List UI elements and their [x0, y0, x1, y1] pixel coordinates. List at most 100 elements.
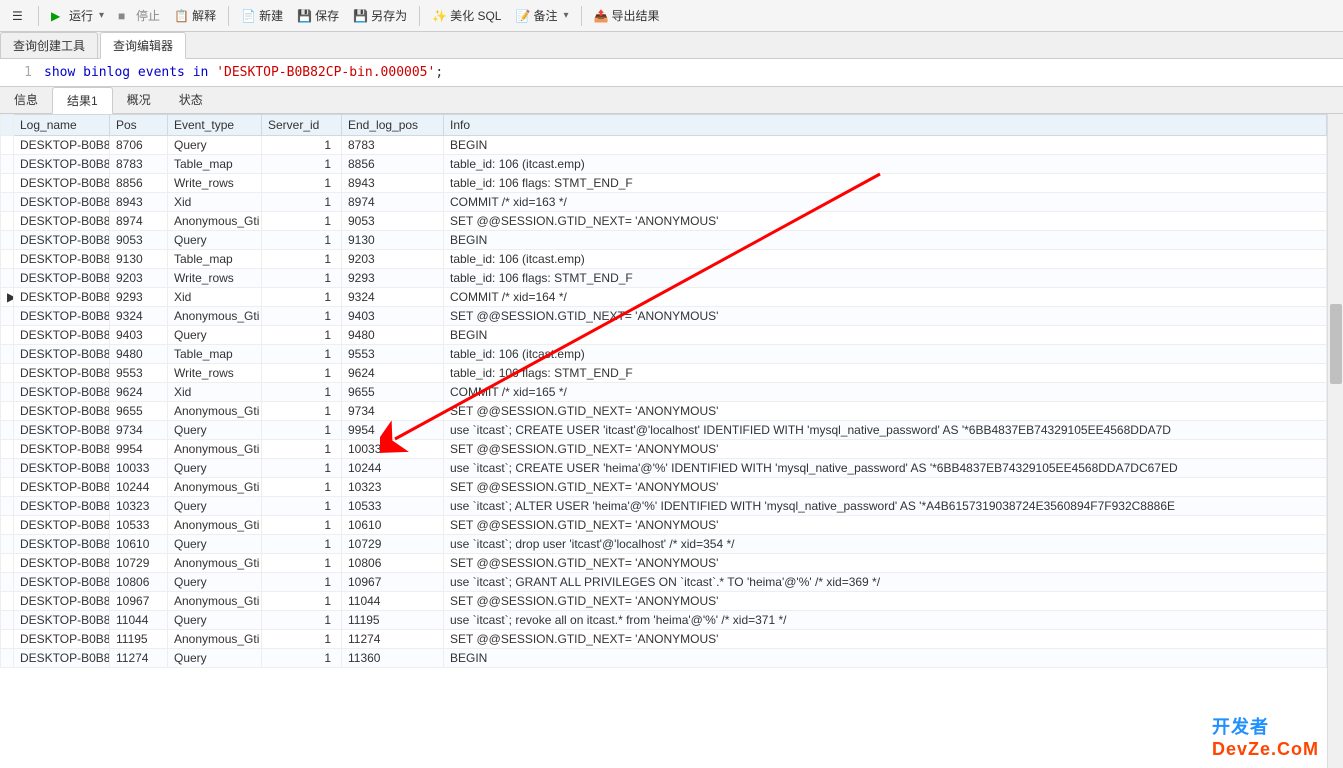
cell-end-log-pos[interactable]: 8943 — [342, 174, 444, 193]
cell-end-log-pos[interactable]: 10967 — [342, 573, 444, 592]
table-row[interactable]: DESKTOP-B0B89324Anonymous_Gti19403SET @@… — [1, 307, 1327, 326]
cell-pos[interactable]: 9130 — [110, 250, 168, 269]
vertical-scrollbar[interactable] — [1327, 114, 1343, 768]
tab-query-builder[interactable]: 查询创建工具 — [0, 32, 98, 58]
cell-log-name[interactable]: DESKTOP-B0B8 — [14, 326, 110, 345]
cell-info[interactable]: COMMIT /* xid=164 */ — [444, 288, 1327, 307]
cell-log-name[interactable]: DESKTOP-B0B8 — [14, 592, 110, 611]
cell-server-id[interactable]: 1 — [262, 516, 342, 535]
cell-end-log-pos[interactable]: 9624 — [342, 364, 444, 383]
table-row[interactable]: DESKTOP-B0B88706Query18783BEGIN — [1, 136, 1327, 155]
table-row[interactable]: DESKTOP-B0B810244Anonymous_Gti110323SET … — [1, 478, 1327, 497]
cell-event-type[interactable]: Anonymous_Gti — [168, 440, 262, 459]
table-row[interactable]: DESKTOP-B0B88943Xid18974COMMIT /* xid=16… — [1, 193, 1327, 212]
cell-log-name[interactable]: DESKTOP-B0B8 — [14, 440, 110, 459]
cell-pos[interactable]: 11274 — [110, 649, 168, 668]
cell-end-log-pos[interactable]: 10323 — [342, 478, 444, 497]
cell-pos[interactable]: 11195 — [110, 630, 168, 649]
cell-info[interactable]: table_id: 106 (itcast.emp) — [444, 345, 1327, 364]
tab-result1[interactable]: 结果1 — [52, 87, 113, 114]
cell-end-log-pos[interactable]: 10729 — [342, 535, 444, 554]
cell-end-log-pos[interactable]: 10533 — [342, 497, 444, 516]
cell-pos[interactable]: 9734 — [110, 421, 168, 440]
cell-pos[interactable]: 9655 — [110, 402, 168, 421]
cell-server-id[interactable]: 1 — [262, 440, 342, 459]
cell-info[interactable]: table_id: 106 (itcast.emp) — [444, 155, 1327, 174]
table-row[interactable]: DESKTOP-B0B89403Query19480BEGIN — [1, 326, 1327, 345]
table-row[interactable]: DESKTOP-B0B811044Query111195use `itcast`… — [1, 611, 1327, 630]
cell-log-name[interactable]: DESKTOP-B0B8 — [14, 288, 110, 307]
cell-log-name[interactable]: DESKTOP-B0B8 — [14, 573, 110, 592]
table-row[interactable]: DESKTOP-B0B88856Write_rows18943table_id:… — [1, 174, 1327, 193]
table-row[interactable]: DESKTOP-B0B89130Table_map19203table_id: … — [1, 250, 1327, 269]
cell-log-name[interactable]: DESKTOP-B0B8 — [14, 649, 110, 668]
cell-pos[interactable]: 9480 — [110, 345, 168, 364]
cell-pos[interactable]: 8706 — [110, 136, 168, 155]
table-row[interactable]: DESKTOP-B0B810610Query110729use `itcast`… — [1, 535, 1327, 554]
saveas-button[interactable]: 💾另存为 — [347, 4, 413, 27]
cell-event-type[interactable]: Query — [168, 326, 262, 345]
explain-button[interactable]: 📋解释 — [168, 4, 222, 27]
cell-server-id[interactable]: 1 — [262, 402, 342, 421]
col-server-id[interactable]: Server_id — [262, 115, 342, 136]
cell-end-log-pos[interactable]: 8856 — [342, 155, 444, 174]
cell-server-id[interactable]: 1 — [262, 497, 342, 516]
cell-log-name[interactable]: DESKTOP-B0B8 — [14, 364, 110, 383]
cell-event-type[interactable]: Query — [168, 573, 262, 592]
table-row[interactable]: DESKTOP-B0B89734Query19954use `itcast`; … — [1, 421, 1327, 440]
cell-server-id[interactable]: 1 — [262, 174, 342, 193]
cell-info[interactable]: SET @@SESSION.GTID_NEXT= 'ANONYMOUS' — [444, 478, 1327, 497]
cell-info[interactable]: table_id: 106 (itcast.emp) — [444, 250, 1327, 269]
cell-event-type[interactable]: Query — [168, 231, 262, 250]
cell-log-name[interactable]: DESKTOP-B0B8 — [14, 155, 110, 174]
table-row[interactable]: DESKTOP-B0B810033Query110244use `itcast`… — [1, 459, 1327, 478]
cell-event-type[interactable]: Write_rows — [168, 364, 262, 383]
cell-info[interactable]: table_id: 106 flags: STMT_END_F — [444, 269, 1327, 288]
cell-end-log-pos[interactable]: 10033 — [342, 440, 444, 459]
col-pos[interactable]: Pos — [110, 115, 168, 136]
cell-end-log-pos[interactable]: 9130 — [342, 231, 444, 250]
cell-event-type[interactable]: Anonymous_Gti — [168, 478, 262, 497]
table-row[interactable]: DESKTOP-B0B810967Anonymous_Gti111044SET … — [1, 592, 1327, 611]
cell-pos[interactable]: 9324 — [110, 307, 168, 326]
export-button[interactable]: 📤导出结果 — [588, 4, 666, 27]
sql-editor[interactable]: 1 show binlog events in 'DESKTOP-B0B82CP… — [0, 59, 1343, 86]
tab-query-editor[interactable]: 查询编辑器 — [100, 32, 186, 59]
col-end-log-pos[interactable]: End_log_pos — [342, 115, 444, 136]
cell-log-name[interactable]: DESKTOP-B0B8 — [14, 478, 110, 497]
cell-log-name[interactable]: DESKTOP-B0B8 — [14, 250, 110, 269]
cell-end-log-pos[interactable]: 9655 — [342, 383, 444, 402]
cell-info[interactable]: SET @@SESSION.GTID_NEXT= 'ANONYMOUS' — [444, 554, 1327, 573]
cell-event-type[interactable]: Anonymous_Gti — [168, 630, 262, 649]
stop-button[interactable]: ■停止 — [112, 4, 166, 27]
beautify-button[interactable]: ✨美化 SQL — [426, 4, 507, 27]
cell-pos[interactable]: 9293 — [110, 288, 168, 307]
cell-server-id[interactable]: 1 — [262, 478, 342, 497]
cell-info[interactable]: COMMIT /* xid=163 */ — [444, 193, 1327, 212]
cell-info[interactable]: table_id: 106 flags: STMT_END_F — [444, 364, 1327, 383]
result-grid[interactable]: Log_name Pos Event_type Server_id End_lo… — [0, 114, 1327, 768]
cell-log-name[interactable]: DESKTOP-B0B8 — [14, 383, 110, 402]
cell-server-id[interactable]: 1 — [262, 459, 342, 478]
cell-end-log-pos[interactable]: 9403 — [342, 307, 444, 326]
cell-pos[interactable]: 10806 — [110, 573, 168, 592]
table-row[interactable]: DESKTOP-B0B810729Anonymous_Gti110806SET … — [1, 554, 1327, 573]
cell-pos[interactable]: 8856 — [110, 174, 168, 193]
cell-log-name[interactable]: DESKTOP-B0B8 — [14, 535, 110, 554]
cell-event-type[interactable]: Query — [168, 649, 262, 668]
cell-server-id[interactable]: 1 — [262, 421, 342, 440]
cell-pos[interactable]: 9954 — [110, 440, 168, 459]
cell-info[interactable]: COMMIT /* xid=165 */ — [444, 383, 1327, 402]
cell-event-type[interactable]: Table_map — [168, 155, 262, 174]
table-row[interactable]: DESKTOP-B0B89624Xid19655COMMIT /* xid=16… — [1, 383, 1327, 402]
cell-end-log-pos[interactable]: 11044 — [342, 592, 444, 611]
cell-event-type[interactable]: Xid — [168, 383, 262, 402]
cell-pos[interactable]: 10967 — [110, 592, 168, 611]
cell-pos[interactable]: 9403 — [110, 326, 168, 345]
cell-pos[interactable]: 9553 — [110, 364, 168, 383]
cell-info[interactable]: BEGIN — [444, 136, 1327, 155]
cell-event-type[interactable]: Query — [168, 497, 262, 516]
cell-event-type[interactable]: Query — [168, 421, 262, 440]
cell-pos[interactable]: 9203 — [110, 269, 168, 288]
cell-end-log-pos[interactable]: 9293 — [342, 269, 444, 288]
